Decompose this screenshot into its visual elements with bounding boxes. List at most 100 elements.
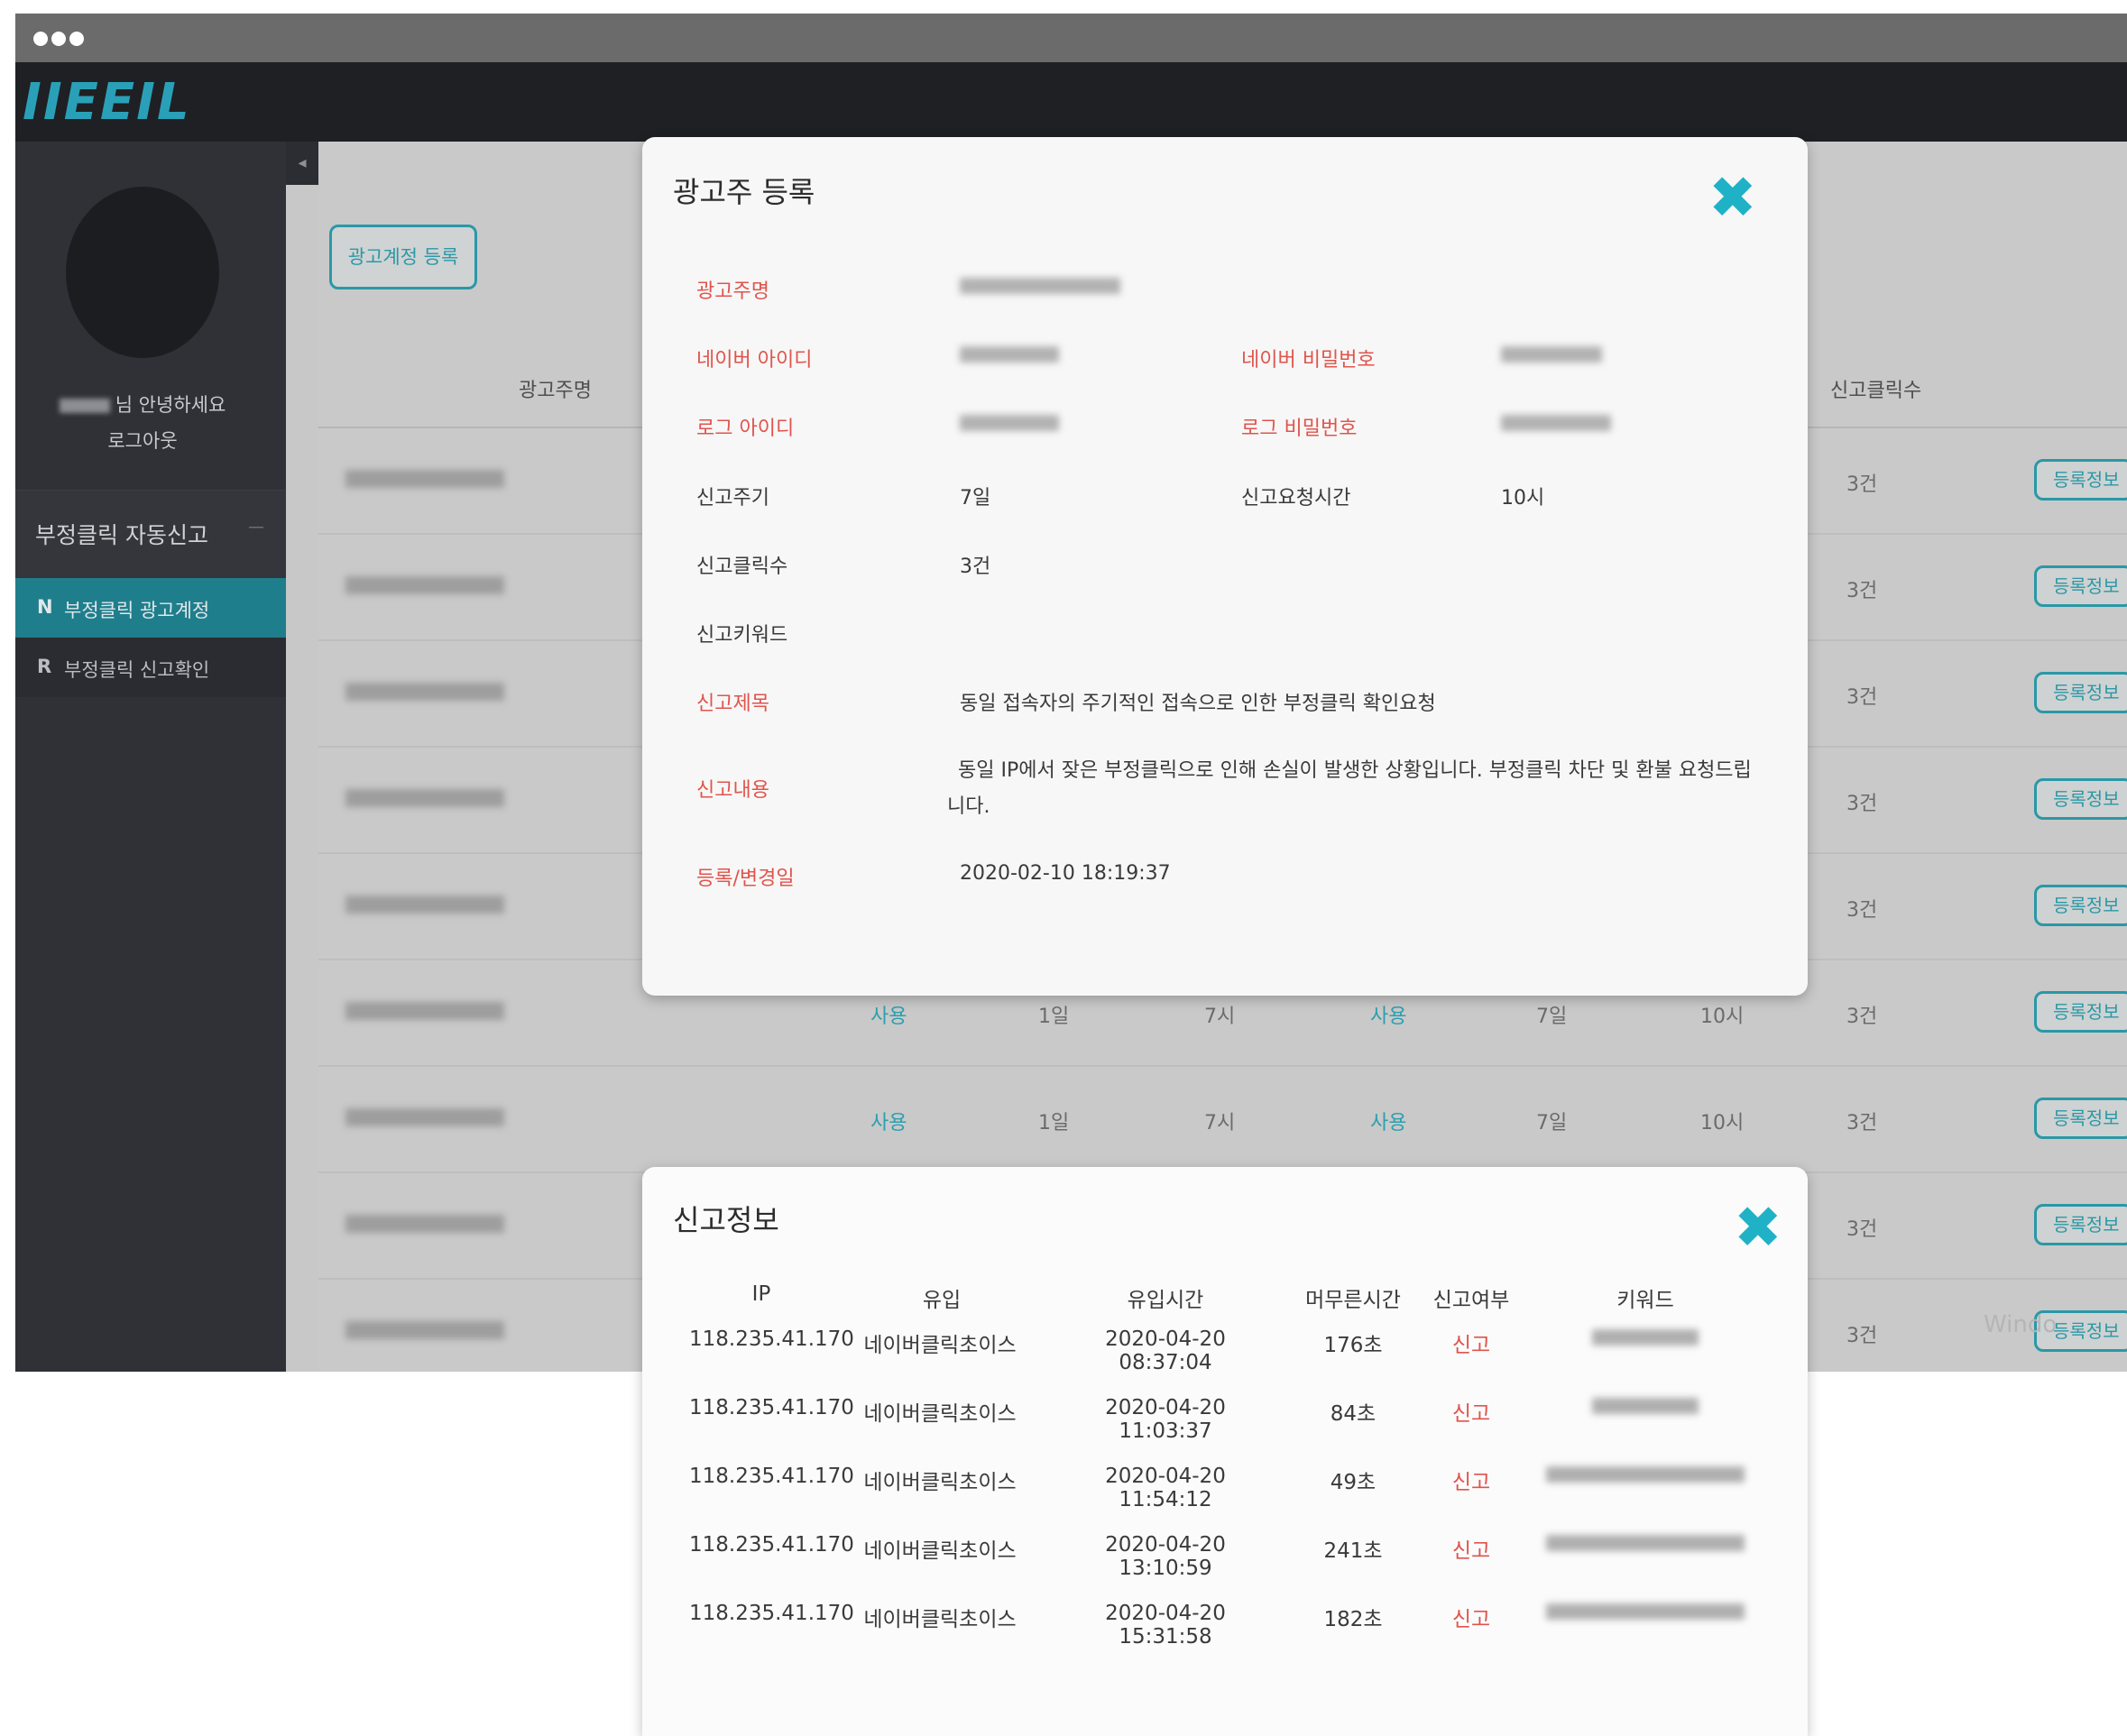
register-info-button[interactable]: 등록정보 [2034,1098,2127,1139]
modal-title: 광고주 등록 [673,175,815,209]
close-icon[interactable]: ✖ [1708,170,1757,227]
sidebar-item-ad-account[interactable]: N 부정클릭 광고계정 [15,578,286,638]
col-time: 유입시간 [1127,1289,1204,1312]
click-count: 3건 [1846,1112,1878,1134]
inflow-time: 2020-04-20 13:10:59 [1105,1533,1226,1580]
value-report-subject: 동일 접속자의 주기적인 접속으로 인한 부정클릭 확인요청 [960,693,1436,715]
label-report-subject: 신고제목 [696,693,769,715]
register-info-button[interactable]: 등록정보 [2034,459,2127,501]
value-report-clicks: 3건 [960,556,991,578]
advertiser-name-blurred [345,1215,504,1233]
register-info-button[interactable]: 등록정보 [2034,1204,2127,1245]
logout-link[interactable]: 로그아웃 [15,423,270,459]
hour: 7시 [1204,1112,1236,1134]
table-row: 사용 1일 7시 사용 7일 10시 3건 등록정보 [318,1067,2127,1173]
close-icon[interactable]: ✖ [1734,1199,1782,1257]
stay-time: 84초 [1330,1402,1377,1426]
report-info-modal: 신고정보 ✖ IP 유입 유입시간 머무른시간 신고여부 키워드 118.235… [642,1167,1808,1736]
window-dot-icon[interactable] [33,32,48,46]
col-keyword: 키워드 [1616,1289,1674,1312]
menu-group-label: 부정클릭 자동신고 [35,522,208,548]
label-report-cycle: 신고주기 [696,487,769,510]
col-source: 유입 [922,1289,962,1312]
os-watermark: Windo [1984,1311,2058,1338]
col-advertiser: 광고주명 [519,380,592,402]
keyword-blurred [1546,1602,1745,1625]
advertiser-name-blurred [345,1002,504,1020]
register-account-button[interactable]: 광고계정 등록 [329,225,477,289]
click-count: 3건 [1846,899,1878,922]
n-badge-icon: N [37,596,53,618]
label-report-clicks: 신고클릭수 [696,556,788,578]
stay-time: 49초 [1330,1471,1377,1494]
menu-group-header[interactable]: 부정클릭 자동신고 － [15,490,286,578]
collapse-minus-icon[interactable]: － [246,512,266,541]
modal-title: 신고정보 [673,1203,779,1237]
label-modified: 등록/변경일 [696,868,795,890]
register-info-button[interactable]: 등록정보 [2034,991,2127,1033]
greeting-text: 님 안녕하세요 [115,394,226,416]
user-name-blurred [59,399,110,413]
advertiser-name-blurred [345,1321,504,1339]
register-info-button[interactable]: 등록정보 [2034,885,2127,926]
report-status: 신고 [1451,1334,1491,1357]
logo: IIEEIL [23,73,191,132]
ip: 118.235.41.170 [689,1602,854,1625]
label-log-id: 로그 아이디 [696,418,795,440]
keyword-blurred [1546,1533,1745,1557]
register-info-button[interactable]: 등록정보 [2034,778,2127,820]
inflow-time: 2020-04-20 11:54:12 [1105,1465,1226,1511]
ip: 118.235.41.170 [689,1465,854,1488]
sidebar-item-label: 부정클릭 신고확인 [64,659,210,681]
label-report-keyword: 신고키워드 [696,624,788,647]
value-report-time: 10시 [1501,487,1545,510]
report-status: 신고 [1451,1539,1491,1563]
sidebar-item-label: 부정클릭 광고계정 [64,600,210,621]
report-status: 신고 [1451,1402,1491,1426]
report-status: 신고 [1451,1471,1491,1494]
click-count: 3건 [1846,473,1878,496]
col-stay: 머무른시간 [1305,1289,1401,1312]
period: 1일 [1038,1112,1070,1134]
window-dot-icon[interactable] [69,32,84,46]
advertiser-name-blurred [345,896,504,914]
value-log-pw-blurred [1501,414,1611,436]
value-report-cycle: 7일 [960,487,991,510]
request-time: 10시 [1700,1112,1745,1134]
stay-time: 176초 [1323,1334,1383,1357]
col-reported: 신고여부 [1432,1289,1510,1312]
source: 네이버클릭초이스 [863,1539,1017,1563]
sidebar-collapse-arrow-icon[interactable]: ◂ [286,142,318,185]
col-report-clicks: 신고클릭수 [1830,380,1922,402]
advertiser-name-blurred [345,683,504,701]
inflow-time: 2020-04-20 11:03:37 [1105,1396,1226,1443]
r-badge-icon: R [37,656,52,677]
advertiser-name-blurred [345,576,504,594]
use-status: 사용 [870,1006,907,1028]
window-dot-icon[interactable] [51,32,66,46]
value-modified: 2020-02-10 18:19:37 [960,862,1171,885]
app-header: IIEEIL [15,62,2127,142]
keyword-blurred [1546,1465,1745,1488]
click-count: 3건 [1846,1325,1878,1347]
register-info-button[interactable]: 등록정보 [2034,672,2127,713]
advertiser-name-blurred [345,1108,504,1126]
request-time: 10시 [1700,1006,1745,1028]
label-report-content: 신고내용 [696,779,769,802]
value-naver-id-blurred [960,345,1059,368]
browser-titlebar [15,14,2127,62]
register-info-button[interactable]: 등록정보 [2034,565,2127,607]
value-naver-pw-blurred [1501,345,1602,368]
click-count: 3건 [1846,580,1878,602]
ip: 118.235.41.170 [689,1533,854,1557]
sidebar-item-report-check[interactable]: R 부정클릭 신고확인 [15,638,286,697]
use-status: 사용 [1370,1006,1407,1028]
value-log-id-blurred [960,414,1059,436]
advertiser-name-blurred [345,789,504,807]
label-log-pw: 로그 비밀번호 [1241,418,1358,440]
advertiser-register-modal: 광고주 등록 ✖ 광고주명 네이버 아이디 네이버 비밀번호 로그 아이디 로그… [642,137,1808,996]
report-status: 신고 [1451,1608,1491,1631]
cycle: 7일 [1536,1006,1568,1028]
label-naver-pw: 네이버 비밀번호 [1241,349,1376,372]
source: 네이버클릭초이스 [863,1402,1017,1426]
